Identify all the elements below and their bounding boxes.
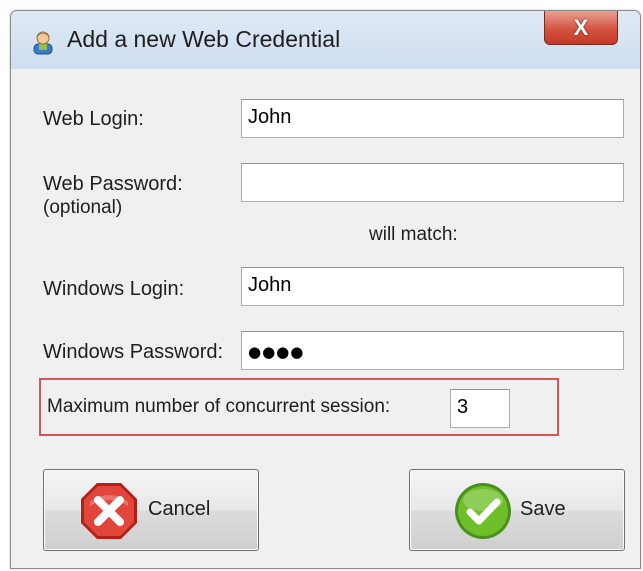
cancel-x-icon (80, 482, 138, 540)
web-password-optional-label: (optional) (43, 197, 123, 218)
user-icon (31, 29, 55, 55)
windows-login-input[interactable]: John (241, 267, 624, 306)
web-login-label: Web Login: (43, 108, 144, 130)
web-password-input[interactable] (241, 163, 624, 202)
windows-password-mask: ●●●● (248, 343, 305, 361)
will-match-text: will match: (369, 224, 458, 245)
save-check-icon (454, 482, 512, 540)
cancel-button-label: Cancel (148, 498, 211, 520)
windows-password-input[interactable]: ●●●● (241, 331, 624, 370)
max-sessions-label: Maximum number of concurrent session: (47, 396, 391, 417)
dialog-content: Web Login: John Web Password: (optional)… (11, 69, 640, 568)
window-title: Add a new Web Credential (67, 26, 341, 52)
windows-password-label: Windows Password: (43, 341, 224, 363)
save-button[interactable]: Save (409, 469, 625, 551)
title-bar: Add a new Web Credential X (11, 11, 640, 70)
max-sessions-highlight: Maximum number of concurrent session: 3 (39, 378, 559, 436)
max-sessions-input[interactable]: 3 (450, 389, 510, 428)
save-button-label: Save (520, 498, 566, 520)
cancel-button[interactable]: Cancel (43, 469, 259, 551)
dialog-window: Add a new Web Credential X Web Login: Jo… (10, 10, 641, 569)
close-icon: X (573, 14, 589, 40)
windows-login-label: Windows Login: (43, 278, 185, 300)
web-password-label: Web Password: (43, 173, 183, 195)
web-login-input[interactable]: John (241, 99, 624, 138)
close-button[interactable]: X (544, 11, 618, 45)
